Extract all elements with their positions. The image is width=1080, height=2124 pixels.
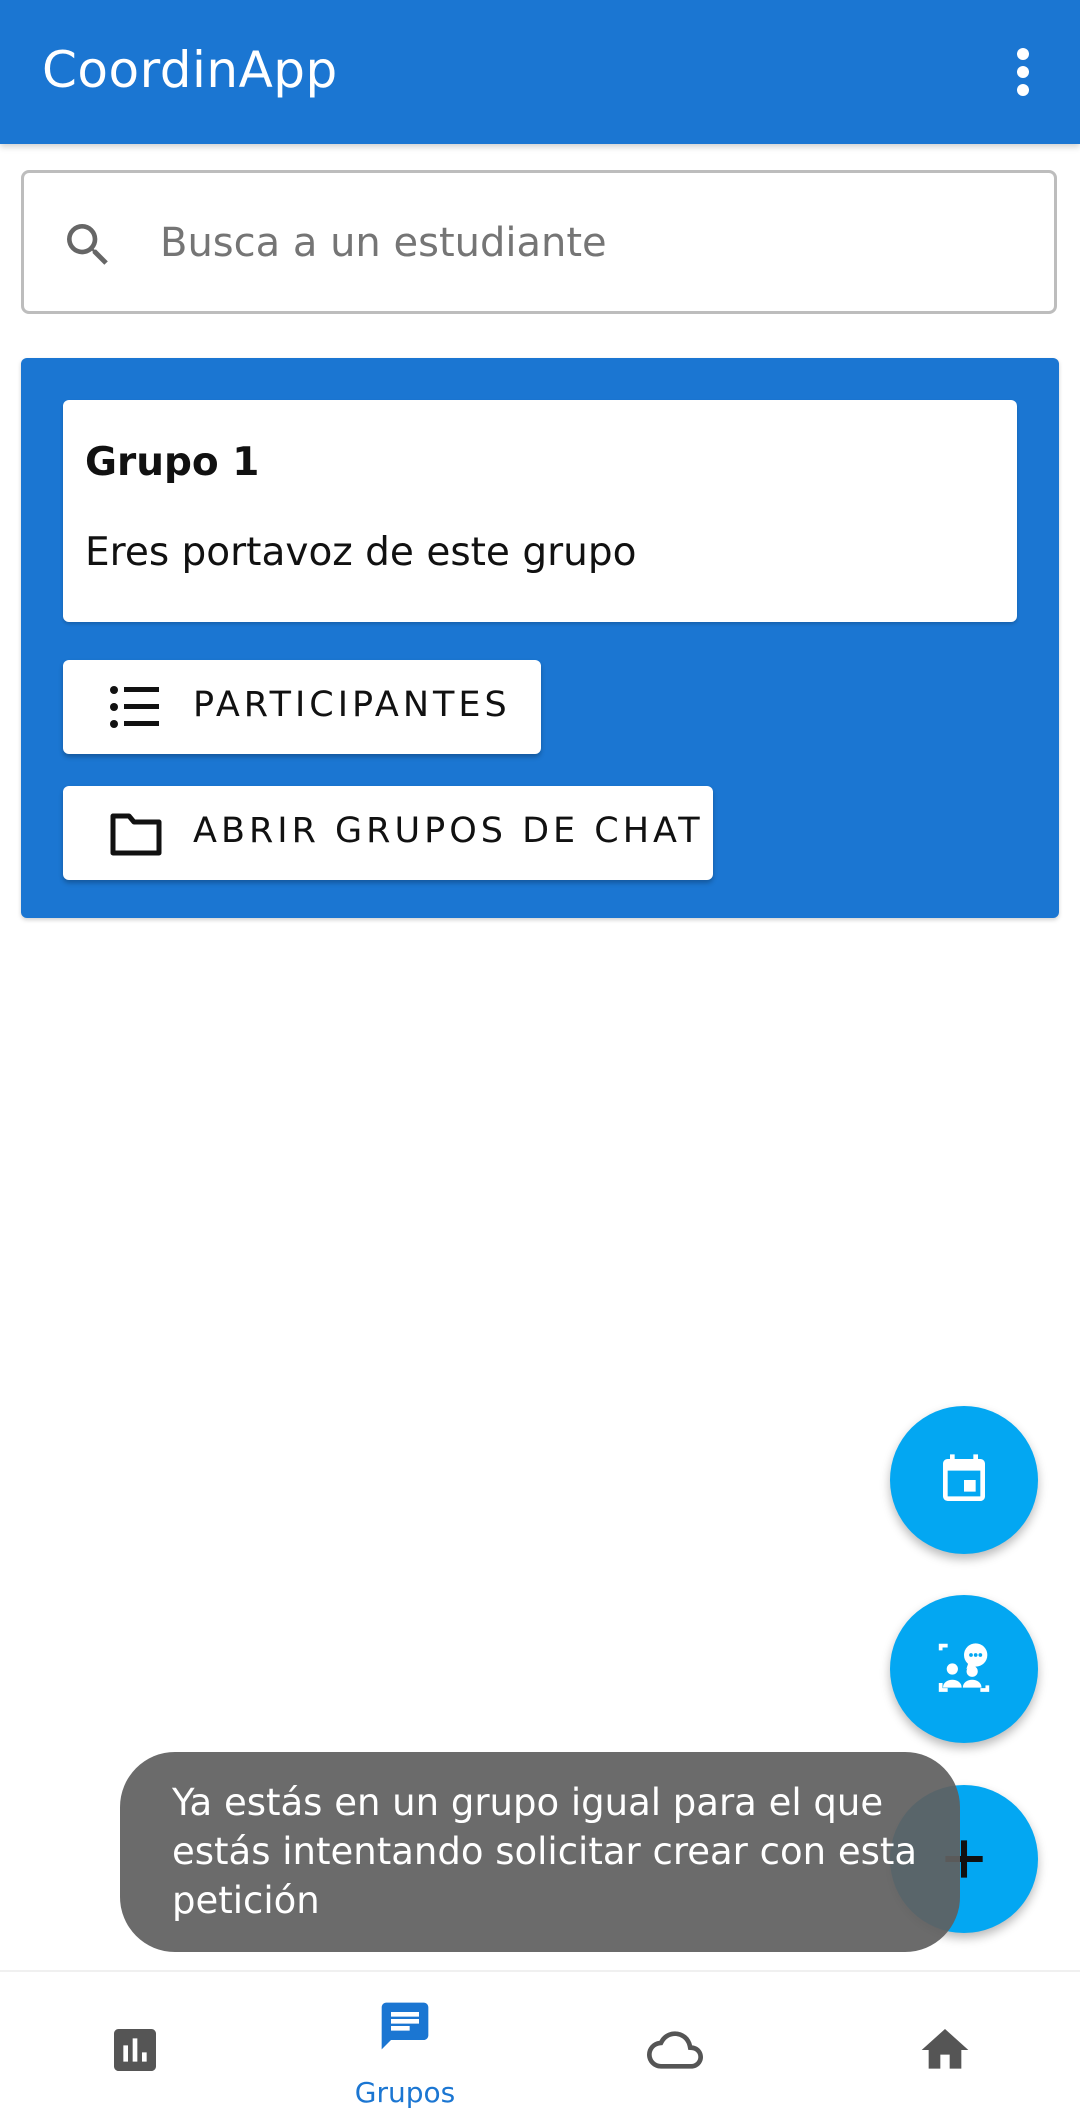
cloud-icon bbox=[647, 2031, 703, 2069]
nav-label-grupos: Grupos bbox=[354, 2076, 456, 2109]
nav-item-home[interactable] bbox=[810, 1972, 1080, 2122]
nav-item-stats[interactable] bbox=[0, 1972, 270, 2122]
list-icon bbox=[110, 686, 159, 728]
group-name: Grupo 1 bbox=[85, 440, 260, 485]
toast-text: Ya estás en un grupo igual para el que e… bbox=[172, 1781, 918, 1922]
participants-button[interactable]: PARTICIPANTES bbox=[63, 660, 541, 754]
toast-message: Ya estás en un grupo igual para el que e… bbox=[120, 1752, 960, 1952]
search-bar[interactable] bbox=[21, 170, 1057, 314]
app-bar: CoordinApp bbox=[0, 0, 1080, 144]
participants-label: PARTICIPANTES bbox=[193, 685, 511, 725]
chat-icon bbox=[381, 2002, 429, 2050]
more-vert-icon bbox=[1017, 48, 1029, 96]
bar-chart-icon bbox=[114, 2029, 156, 2071]
open-chat-groups-button[interactable]: ABRIR GRUPOS DE CHAT bbox=[63, 786, 713, 880]
search-input[interactable] bbox=[160, 207, 1020, 279]
search-icon bbox=[67, 224, 108, 265]
group-card[interactable]: Grupo 1 Eres portavoz de este grupo bbox=[63, 400, 1017, 622]
nav-item-cloud[interactable] bbox=[540, 1972, 810, 2122]
bottom-navigation: Grupos bbox=[0, 1970, 1080, 2124]
app-title: CoordinApp bbox=[42, 41, 338, 99]
calendar-fab[interactable] bbox=[890, 1406, 1038, 1554]
nav-item-grupos[interactable]: Grupos bbox=[270, 1972, 540, 2122]
group-role-text: Eres portavoz de este grupo bbox=[85, 530, 637, 575]
meeting-chat-fab[interactable] bbox=[890, 1595, 1038, 1743]
calendar-icon bbox=[943, 1454, 985, 1501]
home-icon bbox=[921, 2029, 969, 2069]
more-options-button[interactable] bbox=[996, 40, 1050, 104]
meeting-chat-icon bbox=[938, 1643, 990, 1692]
group-panel: Grupo 1 Eres portavoz de este grupo PART… bbox=[21, 358, 1059, 918]
folder-icon bbox=[110, 813, 162, 856]
open-chat-groups-label: ABRIR GRUPOS DE CHAT bbox=[193, 811, 704, 851]
